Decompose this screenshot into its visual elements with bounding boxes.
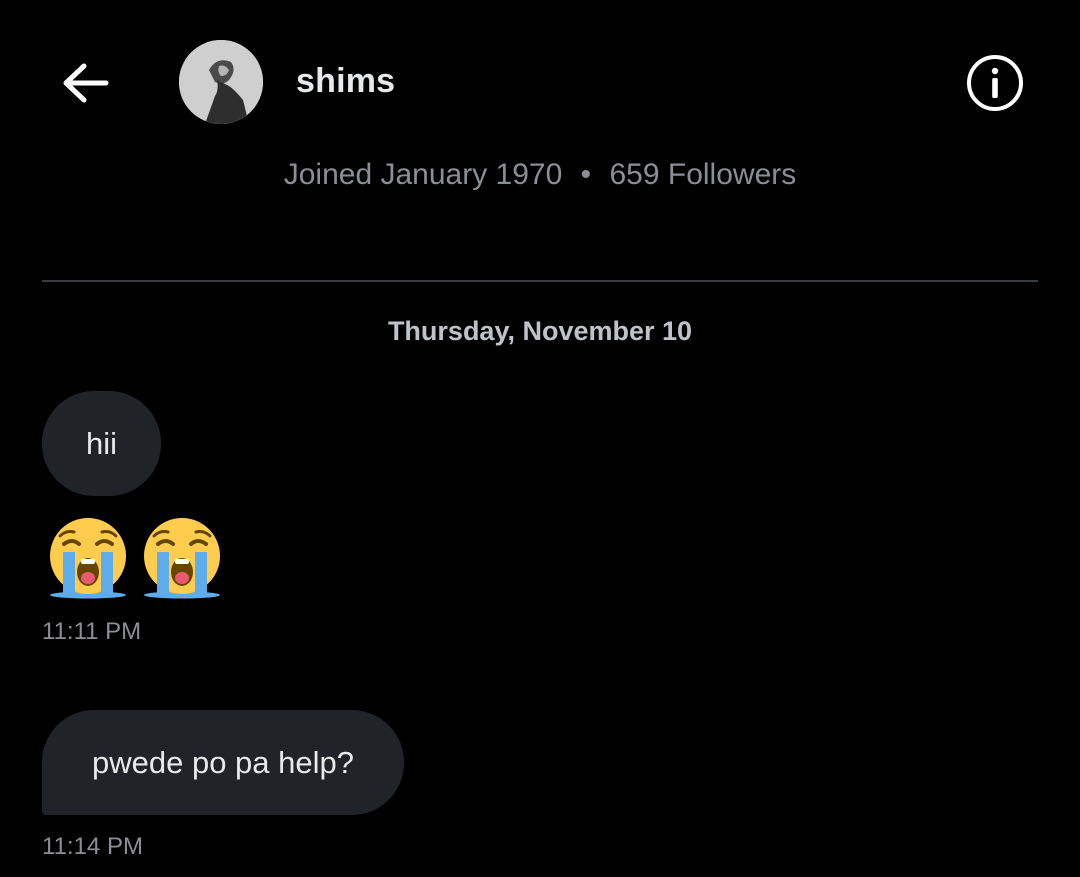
profile-meta: Joined January 1970 • 659 Followers (0, 158, 1080, 192)
message-timestamp: 11:14 PM (42, 833, 143, 860)
joined-date: Joined January 1970 (283, 158, 563, 191)
loudly-crying-face-icon (144, 518, 220, 599)
message-bubble[interactable]: pwede po pa help? (42, 710, 404, 815)
dm-conversation-screen: shims Joined January 1970 • 659 Follower… (0, 0, 1080, 877)
loudly-crying-face-icon (50, 518, 126, 599)
info-button[interactable] (966, 54, 1024, 112)
avatar[interactable] (179, 40, 263, 124)
date-separator: Thursday, November 10 (387, 316, 693, 346)
conversation-username[interactable]: shims (296, 62, 395, 101)
message-bubble[interactable]: hii (42, 391, 161, 496)
meta-separator: • (580, 158, 592, 191)
message-text: hii (85, 425, 117, 461)
header-divider (42, 280, 1038, 282)
message-text: pwede po pa help? (91, 744, 354, 780)
message-timestamp: 11:11 PM (42, 618, 142, 645)
followers-count[interactable]: 659 Followers (609, 158, 796, 191)
info-circle-icon (967, 55, 1023, 111)
back-button[interactable] (58, 58, 112, 108)
arrow-left-icon (63, 63, 109, 103)
emoji-message[interactable] (46, 516, 224, 600)
avatar-image (179, 40, 263, 124)
